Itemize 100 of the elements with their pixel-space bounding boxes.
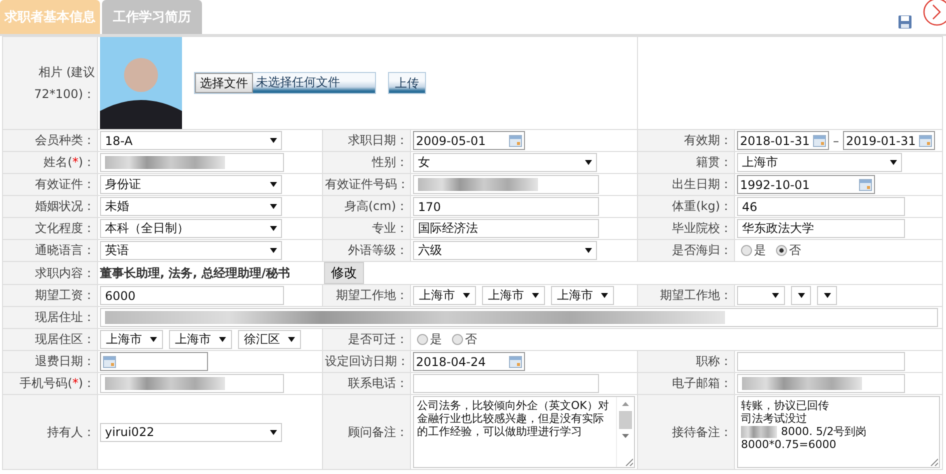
caret-icon [270, 430, 277, 434]
field-label: 相片 (建议72*100)： [33, 64, 95, 103]
caret-icon [585, 248, 592, 253]
caret-icon [772, 293, 780, 298]
remark-field[interactable]: 转账，协议已回传 司法考试没过 8000. 5/2号到岗 8000*0.75=6000 [737, 396, 940, 468]
choose-file-button[interactable]: 选择文件 [195, 73, 253, 93]
dropdown[interactable]: 本科（全日制） [100, 219, 282, 238]
input-field[interactable]: 国际经济法 [413, 219, 599, 238]
dropdown[interactable]: 上海市 [551, 286, 614, 305]
caret-icon [270, 248, 277, 253]
calendar-icon[interactable] [859, 178, 872, 190]
field-label: 外语等级： [348, 243, 408, 257]
dropdown[interactable]: 女 [413, 153, 597, 172]
radio-icon[interactable] [741, 245, 752, 256]
input-field[interactable] [413, 175, 599, 194]
dropdown[interactable]: 上海市 [169, 330, 232, 349]
dropdown[interactable] [817, 286, 838, 305]
upload-button[interactable]: 上传 [388, 72, 426, 94]
remark-field[interactable]: 公司法务，比较倾向外企（英文OK）对金融行业也比较感兴趣，但是没有实际的工作经验，可以做助理进行学习 [413, 396, 636, 468]
field-label: 有效证件： [35, 177, 95, 191]
dropdown[interactable]: 六级 [413, 241, 597, 260]
calendar-icon[interactable] [103, 356, 116, 368]
dropdown[interactable]: 上海市 [482, 286, 545, 305]
dropdown[interactable]: yirui022 [100, 422, 282, 442]
radio-icon[interactable] [776, 245, 788, 256]
field-label: 联系电话： [348, 376, 408, 390]
calendar-icon[interactable] [509, 356, 522, 368]
field-label: 设定回访日期： [325, 354, 409, 368]
save-icon[interactable] [898, 15, 912, 29]
radio-option[interactable]: 否 [776, 242, 802, 259]
radio-icon[interactable] [417, 334, 428, 345]
date-field[interactable]: 1992-10-01 [737, 175, 876, 194]
dropdown[interactable]: 上海市 [737, 153, 902, 172]
field-label: 会员种类： [35, 133, 95, 147]
input-field[interactable] [413, 374, 599, 393]
input-field[interactable]: 6000 [100, 286, 284, 305]
input-field[interactable] [100, 374, 284, 393]
input-field[interactable]: 46 [737, 197, 906, 216]
caret-icon [270, 226, 277, 231]
input-field[interactable] [100, 308, 938, 327]
caret-icon [890, 160, 898, 165]
dropdown[interactable]: 上海市 [100, 330, 163, 349]
input-field[interactable]: 170 [413, 197, 599, 216]
caret-icon [585, 160, 592, 165]
caret-icon [288, 337, 295, 342]
field-label: 身高(cm)： [344, 199, 408, 213]
field-label: 通晓语言： [35, 243, 95, 257]
field-label: 有效证件号码： [325, 177, 409, 191]
caret-icon [824, 293, 831, 298]
input-field[interactable]: 华东政法大学 [737, 219, 906, 238]
caret-icon [219, 337, 226, 342]
input-field[interactable] [100, 153, 284, 172]
caret-icon [270, 204, 277, 209]
dropdown[interactable]: 未婚 [100, 197, 282, 216]
field-label: 接待备注： [672, 424, 732, 438]
field-label: 体重(kg)： [672, 199, 732, 213]
field-label: 是否可迁： [348, 332, 408, 346]
resize-grip-icon[interactable] [625, 458, 634, 466]
date-field[interactable]: 2018-01-31 [737, 131, 830, 150]
field-label: 退费日期： [35, 354, 95, 368]
calendar-icon[interactable] [813, 134, 826, 146]
field-label: 现居住址： [35, 310, 95, 324]
range-separator: – [833, 134, 840, 148]
radio-icon[interactable] [452, 334, 463, 345]
radio-option[interactable]: 是 [741, 242, 766, 259]
caret-icon [270, 138, 277, 143]
radio-option[interactable]: 是 [417, 331, 442, 348]
dropdown[interactable]: 英语 [100, 241, 282, 260]
date-field[interactable]: 2009-05-01 [413, 131, 525, 150]
field-label: 毕业院校： [672, 221, 732, 235]
date-field[interactable]: 2018-04-24 [413, 352, 525, 371]
calendar-icon[interactable] [919, 134, 932, 146]
resize-grip-icon[interactable] [930, 458, 938, 466]
input-field[interactable] [737, 352, 906, 371]
caret-icon [601, 293, 608, 298]
field-label: 求职内容： [35, 266, 95, 280]
field-label: 持有人： [47, 424, 95, 438]
edit-button[interactable]: 修改 [324, 262, 364, 284]
field-label: 职称： [696, 354, 732, 368]
date-field[interactable]: 2019-01-31 [843, 131, 936, 150]
field-label: 专业： [372, 221, 408, 235]
field-label: 姓名(*)： [44, 155, 95, 169]
dropdown[interactable]: 身份证 [100, 175, 282, 194]
field-label: 现居住区： [35, 332, 95, 346]
date-field[interactable] [100, 352, 208, 371]
field-label: 期望工作地： [336, 288, 408, 302]
radio-option[interactable]: 否 [452, 331, 477, 348]
calendar-icon[interactable] [509, 134, 522, 146]
close-icon[interactable] [922, 0, 946, 28]
dropdown[interactable]: 上海市 [413, 286, 476, 305]
file-input[interactable]: 选择文件 未选择任何文件 [194, 72, 376, 94]
dropdown[interactable]: 徐汇区 [238, 330, 301, 349]
dropdown[interactable] [791, 286, 812, 305]
job-intent-text: 董事长助理, 法务, 总经理助理/秘书 [100, 264, 291, 282]
field-label: 有效期： [684, 133, 732, 147]
dropdown[interactable]: 18-A [100, 131, 282, 150]
field-label: 求职日期： [348, 133, 408, 147]
field-label: 电子邮箱： [672, 376, 732, 390]
blurred-text [741, 426, 778, 438]
input-field[interactable] [737, 374, 906, 393]
